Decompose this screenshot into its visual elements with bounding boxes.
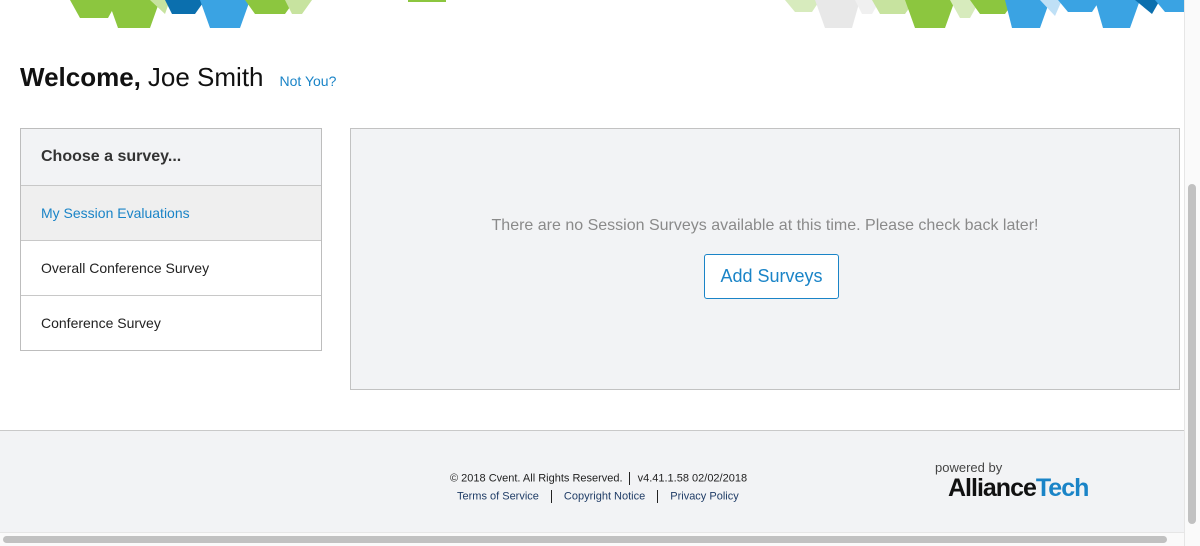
brand-name-part1: Alliance — [948, 474, 1037, 502]
privacy-policy-link[interactable]: Privacy Policy — [670, 490, 738, 502]
brand-name-part2: Tech — [1035, 474, 1089, 502]
survey-item-conference-survey[interactable]: Conference Survey — [21, 296, 321, 350]
version-text: v4.41.1.58 02/02/2018 — [637, 472, 748, 485]
footer-links: Terms of Service Copyright Notice Privacy … — [457, 490, 739, 503]
empty-state-message: There are no Session Surveys available a… — [491, 217, 1039, 234]
hexagon-banner-decoration-icon — [70, 0, 1184, 28]
vertical-scrollbar[interactable] — [1184, 0, 1200, 546]
add-surveys-button[interactable]: Add Surveys — [704, 254, 839, 299]
powered-by-logo: powered by AllianceTech — [935, 460, 1105, 502]
welcome-header: Welcome, Joe Smith Not You? — [20, 62, 336, 93]
survey-content-panel: There are no Session Surveys available a… — [350, 128, 1180, 390]
terms-of-service-link[interactable]: Terms of Service — [457, 490, 539, 502]
survey-menu: Choose a survey... My Session Evaluation… — [20, 128, 322, 351]
page: Welcome, Joe Smith Not You? Choose a sur… — [0, 0, 1200, 546]
copyright-notice-link[interactable]: Copyright Notice — [564, 490, 645, 502]
footer: © 2018 Cvent. All Rights Reserved. v4.41.… — [0, 430, 1184, 533]
footer-divider — [550, 490, 552, 503]
survey-item-my-session-evaluations[interactable]: My Session Evaluations — [21, 186, 321, 241]
footer-divider — [657, 490, 659, 503]
copyright-text: © 2018 Cvent. All Rights Reserved. — [450, 472, 623, 485]
footer-copyright-line: © 2018 Cvent. All Rights Reserved. v4.41.… — [450, 472, 747, 485]
alliancetech-logo: AllianceTech — [948, 475, 1105, 501]
survey-menu-title: Choose a survey... — [21, 129, 321, 186]
survey-item-overall-conference-survey[interactable]: Overall Conference Survey — [21, 241, 321, 296]
vertical-scrollbar-thumb[interactable] — [1188, 184, 1196, 524]
user-name: Joe Smith — [147, 62, 264, 92]
horizontal-scrollbar-thumb[interactable] — [3, 536, 1167, 543]
footer-divider — [628, 472, 630, 485]
horizontal-scrollbar[interactable] — [0, 532, 1184, 546]
not-you-link[interactable]: Not You? — [280, 73, 337, 89]
welcome-label: Welcome, — [20, 62, 141, 92]
powered-by-text: powered by — [935, 460, 1003, 475]
hexagon-banner — [0, 0, 1184, 30]
